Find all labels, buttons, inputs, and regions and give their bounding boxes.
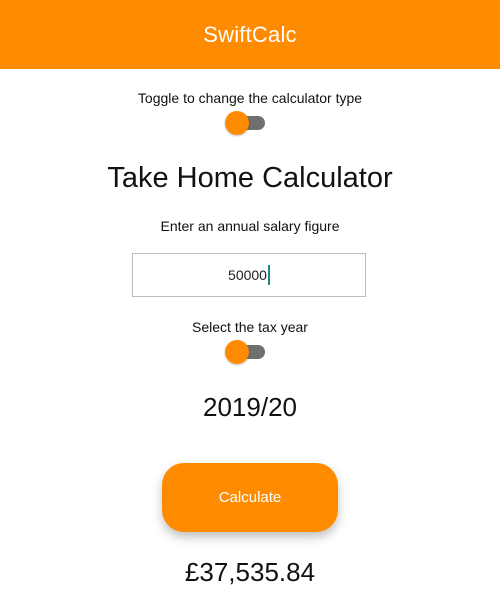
calculate-button[interactable]: Calculate (162, 463, 338, 532)
tax-year-toggle[interactable] (225, 339, 265, 365)
salary-label: Enter an annual salary figure (160, 218, 340, 234)
toggle-thumb (225, 340, 249, 364)
salary-input-value-wrap: 50000 (228, 265, 270, 285)
tax-year-value: 2019/20 (203, 392, 297, 422)
app-bar: SwiftCalc (0, 0, 500, 69)
calc-type-toggle[interactable] (225, 110, 265, 136)
toggle-thumb (225, 111, 249, 135)
salary-input-value: 50000 (228, 267, 267, 283)
tax-year-label: Select the tax year (192, 319, 308, 335)
salary-input[interactable]: 50000 (132, 253, 366, 297)
page-title: Take Home Calculator (107, 162, 393, 194)
calc-type-toggle-label: Toggle to change the calculator type (137, 90, 363, 106)
text-cursor (267, 265, 270, 285)
take-home-result: £37,535.84 (184, 557, 316, 587)
app-screen: SwiftCalc Toggle to change the calculato… (0, 0, 500, 603)
app-title: SwiftCalc (203, 21, 297, 47)
